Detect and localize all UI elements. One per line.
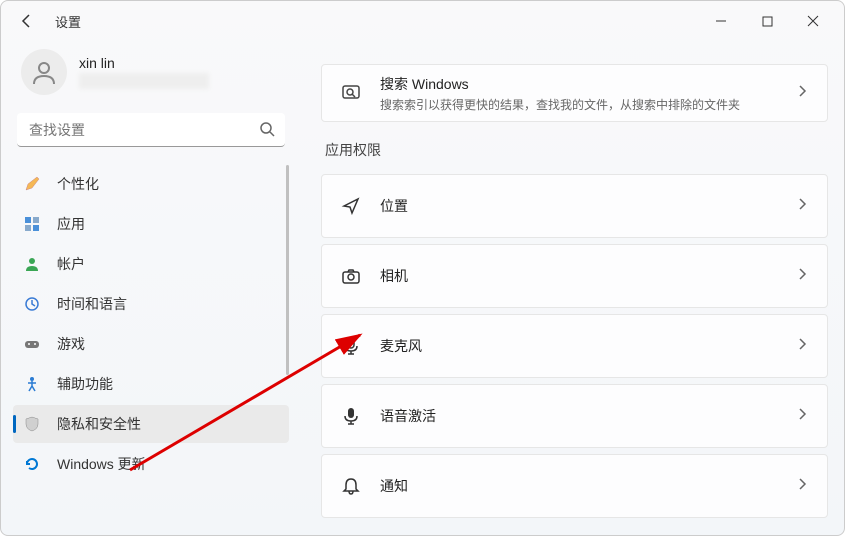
card-location[interactable]: 位置 — [321, 174, 828, 238]
voice-activation-icon — [340, 406, 362, 426]
sidebar-item-accounts[interactable]: 帐户 — [13, 245, 289, 283]
main-content: 隐私和安全性 搜索 Windows 搜索索引以获得更快的结果，查找我的文件，从搜… — [301, 41, 844, 535]
location-icon — [340, 196, 362, 216]
arrow-left-icon — [19, 13, 35, 29]
minimize-icon — [715, 15, 727, 27]
search-input[interactable] — [17, 113, 285, 147]
profile-email-blurred — [79, 73, 209, 89]
sidebar-item-personalization[interactable]: 个性化 — [13, 165, 289, 203]
paintbrush-icon — [23, 176, 41, 192]
card-search-windows[interactable]: 搜索 Windows 搜索索引以获得更快的结果，查找我的文件，从搜索中排除的文件… — [321, 64, 828, 122]
sidebar-item-apps[interactable]: 应用 — [13, 205, 289, 243]
avatar — [21, 49, 67, 95]
card-notifications[interactable]: 通知 — [321, 454, 828, 518]
chevron-right-icon — [795, 477, 809, 496]
sidebar-item-accessibility[interactable]: 辅助功能 — [13, 365, 289, 403]
bell-icon — [340, 476, 362, 496]
sidebar-item-gaming[interactable]: 游戏 — [13, 325, 289, 363]
settings-window: 设置 xin lin — [0, 0, 845, 536]
sidebar-item-label: Windows 更新 — [57, 454, 146, 474]
page-title: 隐私和安全性 — [321, 41, 828, 46]
close-icon — [807, 15, 819, 27]
maximize-button[interactable] — [744, 5, 790, 37]
shield-icon — [23, 416, 41, 432]
search-windows-icon — [340, 83, 362, 103]
card-title: 通知 — [380, 476, 777, 496]
sidebar-item-label: 时间和语言 — [57, 294, 127, 314]
body: xin lin 个性化 应用 — [1, 41, 844, 535]
card-title: 相机 — [380, 266, 777, 286]
sidebar-item-privacy[interactable]: 隐私和安全性 — [13, 405, 289, 443]
card-voice-activation[interactable]: 语音激活 — [321, 384, 828, 448]
apps-icon — [23, 216, 41, 232]
maximize-icon — [762, 16, 773, 27]
close-button[interactable] — [790, 5, 836, 37]
minimize-button[interactable] — [698, 5, 744, 37]
card-title: 搜索 Windows — [380, 74, 777, 94]
gamepad-icon — [23, 336, 41, 352]
sidebar-item-time-language[interactable]: 时间和语言 — [13, 285, 289, 323]
person-icon — [29, 57, 59, 87]
microphone-icon — [340, 336, 362, 356]
account-icon — [23, 256, 41, 272]
card-camera[interactable]: 相机 — [321, 244, 828, 308]
chevron-right-icon — [795, 84, 809, 103]
card-text: 搜索 Windows 搜索索引以获得更快的结果，查找我的文件，从搜索中排除的文件… — [380, 74, 777, 113]
nav: 个性化 应用 帐户 时间和语言 游戏 — [9, 165, 293, 483]
chevron-right-icon — [795, 337, 809, 356]
section-label: 应用权限 — [325, 140, 828, 160]
window-controls — [698, 5, 836, 37]
accessibility-icon — [23, 376, 41, 392]
app-title: 设置 — [55, 12, 81, 31]
sidebar-scrollbar[interactable] — [286, 165, 289, 375]
search-icon — [259, 121, 275, 142]
sidebar-item-label: 个性化 — [57, 174, 99, 194]
card-subtitle: 搜索索引以获得更快的结果，查找我的文件，从搜索中排除的文件夹 — [380, 96, 777, 113]
sidebar-item-label: 辅助功能 — [57, 374, 113, 394]
titlebar: 设置 — [1, 1, 844, 41]
sidebar-item-label: 隐私和安全性 — [57, 414, 141, 434]
card-title: 位置 — [380, 196, 777, 216]
clock-globe-icon — [23, 296, 41, 312]
chevron-right-icon — [795, 267, 809, 286]
profile-text: xin lin — [79, 55, 209, 89]
profile-name: xin lin — [79, 55, 209, 71]
sidebar: xin lin 个性化 应用 — [1, 41, 301, 535]
chevron-right-icon — [795, 197, 809, 216]
camera-icon — [340, 266, 362, 286]
sidebar-item-label: 游戏 — [57, 334, 85, 354]
search-box[interactable] — [17, 113, 285, 147]
card-title: 麦克风 — [380, 336, 777, 356]
profile[interactable]: xin lin — [9, 41, 293, 103]
sidebar-item-label: 帐户 — [57, 254, 85, 274]
chevron-right-icon — [795, 407, 809, 426]
back-button[interactable] — [9, 3, 45, 39]
sidebar-item-label: 应用 — [57, 214, 85, 234]
sidebar-item-windows-update[interactable]: Windows 更新 — [13, 445, 289, 483]
update-icon — [23, 456, 41, 472]
card-microphone[interactable]: 麦克风 — [321, 314, 828, 378]
card-title: 语音激活 — [380, 406, 777, 426]
